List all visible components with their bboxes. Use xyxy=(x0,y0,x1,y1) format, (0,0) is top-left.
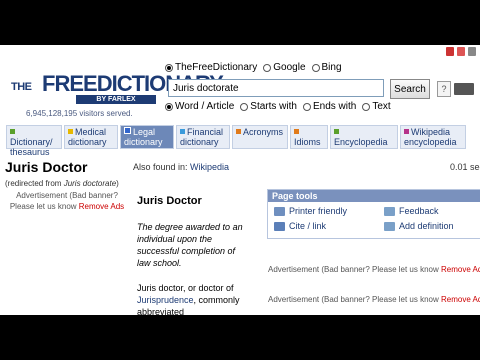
ad-notice-right: Advertisement (Bad banner? Please let us… xyxy=(268,265,480,274)
printer-friendly-link[interactable]: Printer friendly xyxy=(274,206,347,216)
match-starts-radio[interactable]: Starts with xyxy=(240,101,297,112)
match-ends-radio[interactable]: Ends with xyxy=(302,101,357,112)
source-tfd-radio[interactable]: TheFreeDictionary xyxy=(165,62,257,73)
match-text-radio[interactable]: Text xyxy=(362,101,391,112)
radio-dot[interactable] xyxy=(311,63,320,72)
page-tools-header: Page tools xyxy=(268,190,480,202)
link-icon xyxy=(274,221,285,231)
tab-color-marker xyxy=(10,129,15,134)
visitor-count: 6,945,128,195 visitors served. xyxy=(26,109,133,118)
tab-encyclopedia[interactable]: Encyclopedia xyxy=(330,125,398,149)
radio-dot[interactable] xyxy=(263,63,272,72)
radio-dot[interactable] xyxy=(165,63,173,72)
source-label: Bing xyxy=(321,62,342,73)
tab-idioms[interactable]: Idioms xyxy=(290,125,328,149)
search-input[interactable] xyxy=(168,79,384,97)
tab-color-marker xyxy=(404,129,409,134)
source-label: TheFreeDictionary xyxy=(175,62,258,73)
query-time: 0.01 sec. xyxy=(450,162,480,172)
dictionary-tabs: Dictionary/thesaurus Medical dictionary L… xyxy=(6,125,466,157)
cite-link[interactable]: Cite / link xyxy=(274,221,326,231)
tab-color-marker xyxy=(334,129,339,134)
page-title: Juris Doctor xyxy=(5,159,88,175)
match-label: Text xyxy=(372,101,391,112)
match-option-group: Word / Article Starts with Ends with Tex… xyxy=(165,101,391,112)
share-icons xyxy=(446,47,476,56)
tab-color-marker xyxy=(236,129,241,134)
also-found-in: Also found in: Wikipedia xyxy=(133,162,230,172)
help-button[interactable]: ? xyxy=(437,81,451,97)
tab-color-marker xyxy=(180,129,185,134)
remove-ads-link[interactable]: Remove Ads xyxy=(79,202,124,211)
radio-dot[interactable] xyxy=(240,102,249,111)
tab-color-marker xyxy=(68,129,73,134)
radio-dot[interactable] xyxy=(165,102,173,111)
redirect-note: (redirected from Juris doctorate) xyxy=(5,179,119,188)
tab-wikipedia[interactable]: Wikipedia encyclopedia xyxy=(400,125,466,149)
bookmark-icon[interactable] xyxy=(457,47,465,56)
share-icon[interactable] xyxy=(446,47,454,56)
tab-legal[interactable]: Legal dictionary xyxy=(120,125,174,149)
logo-the: THE xyxy=(11,81,32,93)
source-bing-radio[interactable]: Bing xyxy=(311,62,342,73)
ad-notice-left: Advertisement (Bad banner? Please let us… xyxy=(9,191,125,211)
match-label: Word / Article xyxy=(175,101,235,112)
match-word-radio[interactable]: Word / Article xyxy=(165,101,234,112)
logo-byline: BY FARLEX xyxy=(76,95,156,104)
wikipedia-link[interactable]: Wikipedia xyxy=(190,162,229,172)
source-google-radio[interactable]: Google xyxy=(263,62,306,73)
tab-dictionary[interactable]: Dictionary/thesaurus xyxy=(6,125,62,157)
entry-definition: The degree awarded to an individual upon… xyxy=(137,222,243,268)
site-logo[interactable]: THE FREEDICTIONARY BY FARLEX xyxy=(8,69,224,109)
search-source-group: TheFreeDictionary Google Bing xyxy=(165,62,342,73)
remove-ads-link[interactable]: Remove Ads) xyxy=(441,295,480,304)
keyboard-icon[interactable] xyxy=(454,83,474,95)
add-definition-link[interactable]: Add definition xyxy=(384,221,454,231)
tab-color-marker xyxy=(124,127,131,134)
match-label: Starts with xyxy=(250,101,297,112)
source-label: Google xyxy=(273,62,306,73)
radio-dot[interactable] xyxy=(362,102,371,111)
jurisprudence-link[interactable]: Jurisprudence xyxy=(137,295,194,305)
search-button[interactable]: Search xyxy=(390,79,430,99)
tab-financial[interactable]: Financial dictionary xyxy=(176,125,230,149)
tab-acronyms[interactable]: Acronyms xyxy=(232,125,288,149)
match-label: Ends with xyxy=(312,101,357,112)
page-tools-panel: Page tools Printer friendly Feedback Cit… xyxy=(267,189,480,239)
feedback-link[interactable]: Feedback xyxy=(384,206,439,216)
add-icon xyxy=(384,221,395,231)
ad-notice-right: Advertisement (Bad banner? Please let us… xyxy=(268,295,480,304)
redirect-term: Juris doctorate xyxy=(63,179,117,188)
printer-icon xyxy=(274,206,285,216)
tools-icon[interactable] xyxy=(468,47,476,56)
remove-ads-link[interactable]: Remove Ads) xyxy=(441,265,480,274)
entry-heading: Juris Doctor xyxy=(137,195,202,207)
tab-medical[interactable]: Medical dictionary xyxy=(64,125,118,149)
feedback-icon xyxy=(384,206,395,216)
tab-color-marker xyxy=(294,129,299,134)
entry-body: Juris doctor, or doctor of Jurisprudence… xyxy=(137,283,240,315)
page: THE FREEDICTIONARY BY FARLEX 6,945,128,1… xyxy=(0,45,480,315)
radio-dot[interactable] xyxy=(302,102,311,111)
